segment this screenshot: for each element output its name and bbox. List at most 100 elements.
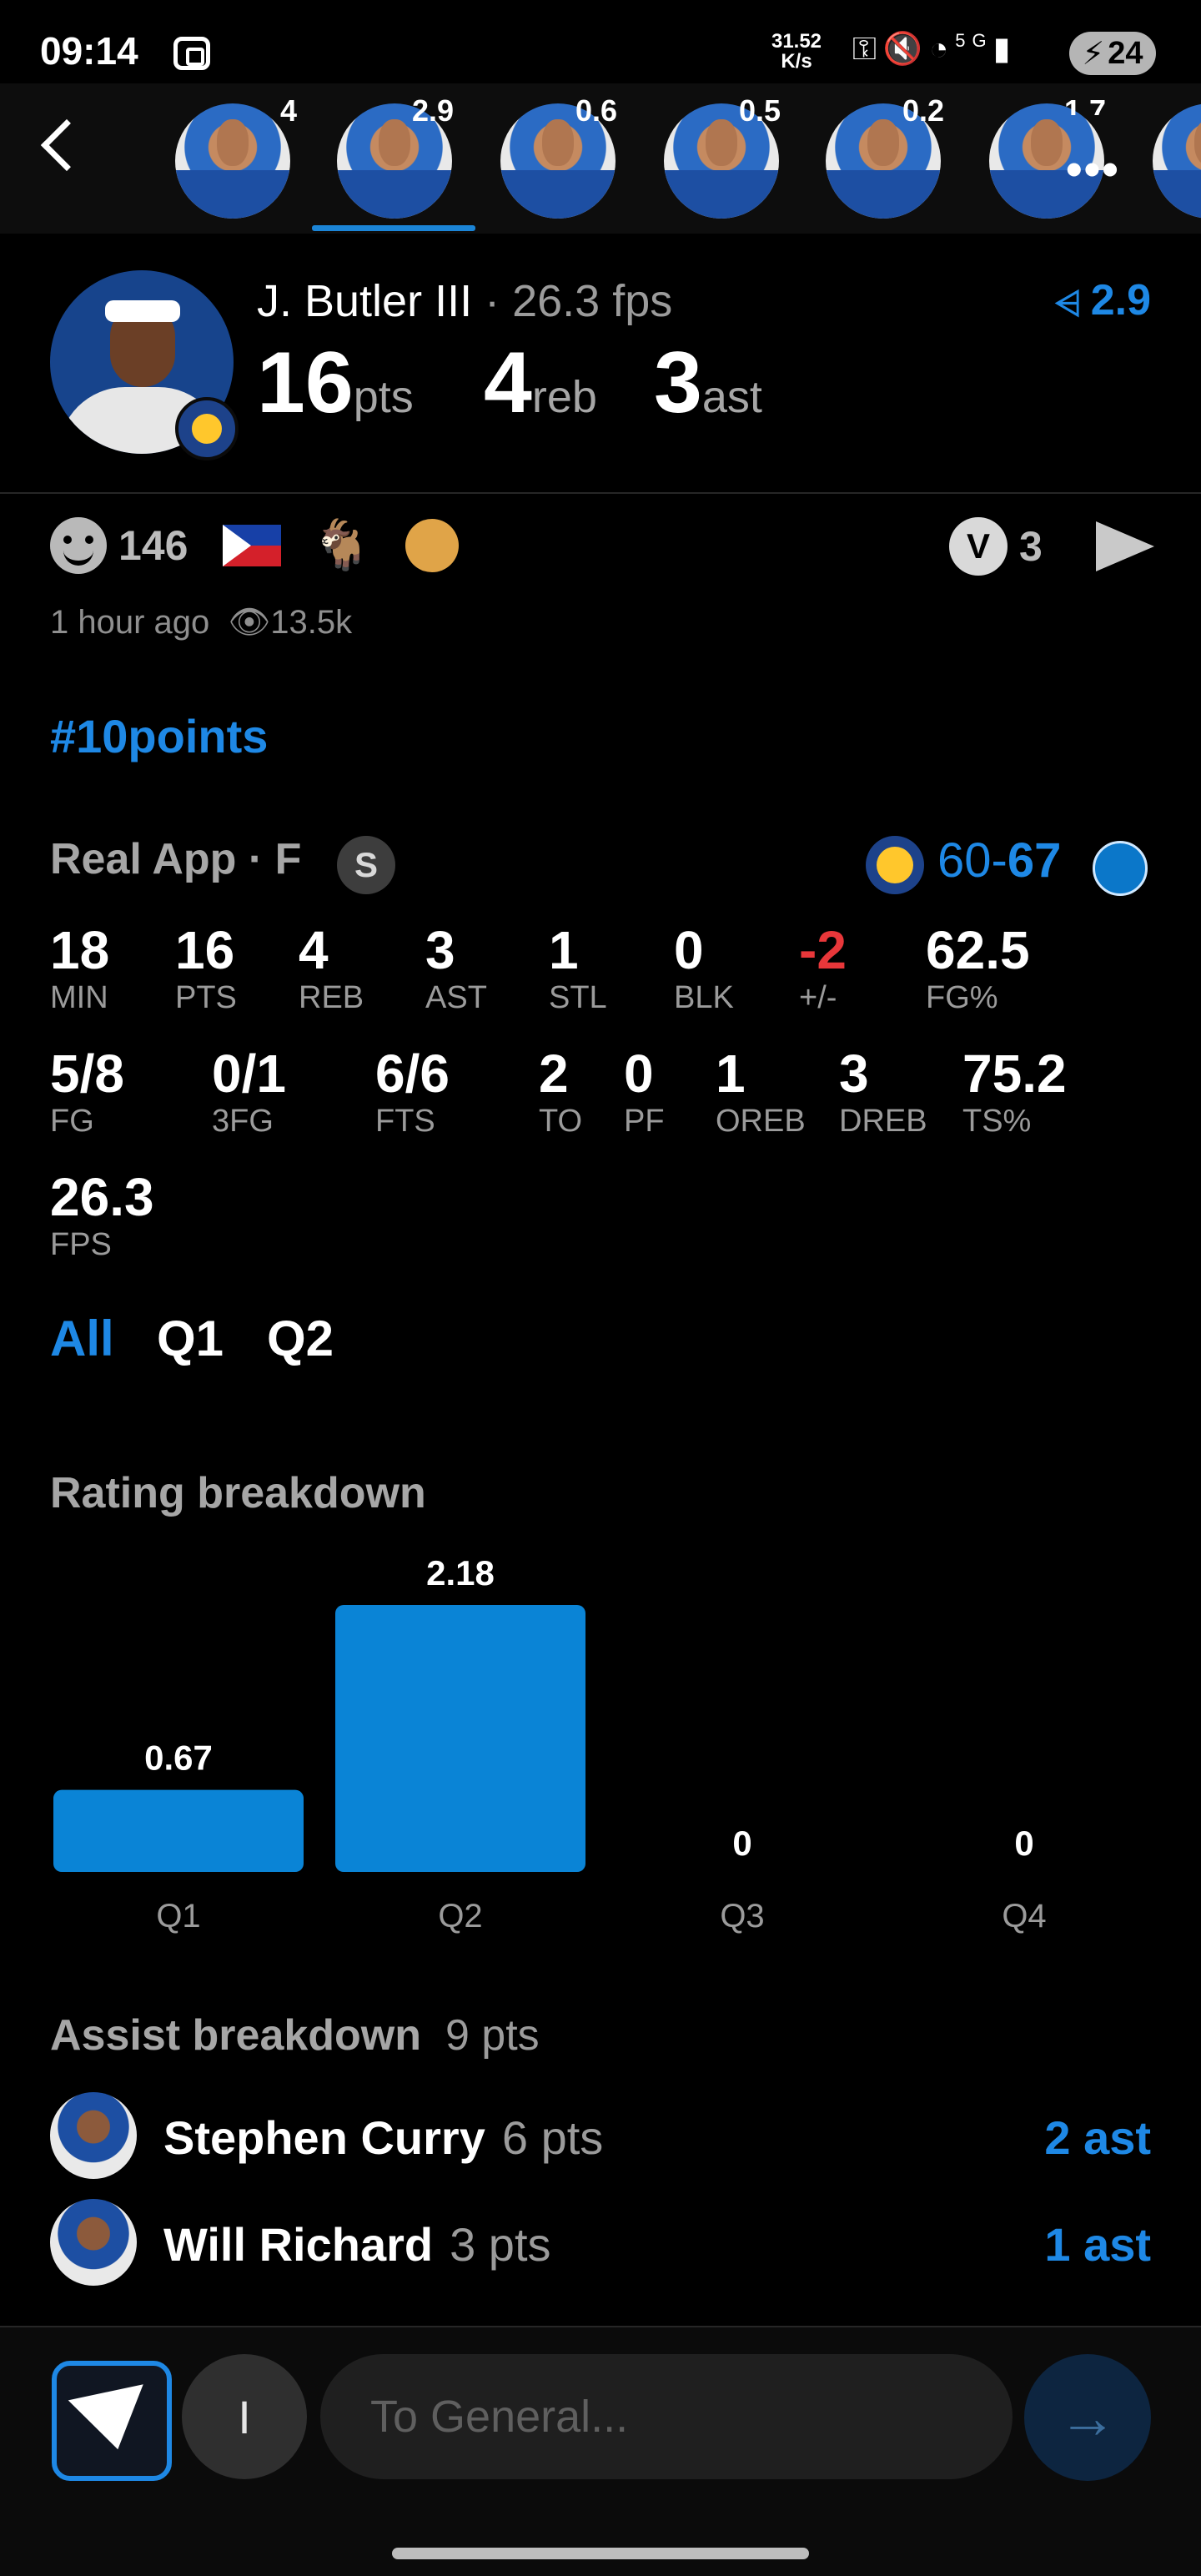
points-unit: pts: [353, 372, 414, 422]
chart-value-label: 0: [732, 1824, 751, 1863]
points-stat: 16pts: [257, 334, 414, 433]
charging-icon: ⚡: [1082, 36, 1105, 72]
vote-count: 3: [1019, 523, 1043, 570]
stat-fg-: 62.5 FG%: [926, 921, 1030, 1016]
player-avatar-1[interactable]: [175, 103, 290, 219]
philippines-flag-icon[interactable]: [223, 525, 282, 566]
stat-value: 3: [425, 920, 455, 980]
net-speed: 31.52 K/s: [767, 32, 826, 72]
list-item[interactable]: Stephen Curry 6 pts 2 ast: [50, 2092, 1151, 2184]
stat-value: 5/8: [50, 1044, 124, 1104]
stat-value: 0/1: [212, 1044, 286, 1104]
rebounds-stat: 4reb: [484, 334, 597, 433]
tab-q1[interactable]: Q1: [157, 1310, 224, 1367]
battery-level: 24: [1108, 35, 1143, 71]
net-speed-unit: K/s: [781, 50, 812, 73]
baby-face-icon[interactable]: [405, 519, 459, 572]
team-logo-icon: [175, 397, 239, 460]
avatar: [50, 2199, 137, 2286]
player-fps: · 26.3 fps: [485, 276, 673, 326]
stat-label: TO: [539, 1104, 583, 1139]
game-score[interactable]: 60-67: [937, 833, 1061, 888]
stat--: -2 +/-: [799, 921, 847, 1016]
list-item[interactable]: Will Richard 3 pts 1 ast: [50, 2199, 1151, 2291]
chart-value-label: 2.18: [426, 1553, 495, 1592]
assist-player-pts: 6 pts: [501, 2111, 604, 2164]
stat-label: STL: [549, 980, 607, 1015]
player-rating-5: 0.2: [902, 93, 945, 128]
post-time: 1 hour ago: [50, 604, 210, 641]
stat-value: 4: [299, 920, 329, 980]
reactions-row: 146 🐐: [50, 517, 459, 574]
rebounds-unit: reb: [531, 372, 597, 422]
stat-blk: 0 BLK: [674, 921, 734, 1016]
home-indicator[interactable]: [392, 2548, 809, 2559]
vote-share-row: V 3: [949, 517, 1154, 576]
net-speed-value: 31.52: [771, 30, 822, 53]
game-source: Real App · F: [50, 835, 302, 883]
chart-bar-q1[interactable]: [53, 1789, 304, 1872]
player-name: J. Butler III: [257, 276, 473, 326]
stat-label: FTS: [375, 1104, 435, 1139]
stat-label: DREB: [839, 1104, 927, 1139]
assists-unit: ast: [701, 372, 762, 422]
player-rating-4: 0.5: [739, 93, 781, 128]
stat-label: MIN: [50, 980, 108, 1015]
score-away: 67: [1007, 833, 1062, 888]
eye-icon: 👁: [228, 604, 271, 641]
hashtag-link[interactable]: #10points: [50, 709, 268, 763]
stat-label: PF: [624, 1104, 665, 1139]
mute-icon: 🔇: [882, 32, 930, 67]
stat-to: 2 TO: [539, 1044, 582, 1140]
smile-reaction-icon[interactable]: [50, 517, 107, 574]
assist-player: Stephen Curry 6 pts: [163, 2111, 603, 2165]
stat-value: 1: [716, 1044, 746, 1104]
tab-q2[interactable]: Q2: [267, 1310, 334, 1367]
stat-label: 3FG: [212, 1104, 274, 1139]
tab-all[interactable]: All: [50, 1310, 114, 1367]
stat-fts: 6/6 FTS: [375, 1044, 450, 1140]
stat-stl: 1 STL: [549, 921, 607, 1016]
chart-bar-q2[interactable]: [335, 1605, 585, 1872]
selected-player-underline: [312, 225, 475, 231]
assist-player-name: Will Richard: [163, 2218, 434, 2271]
stat-label: PTS: [175, 980, 237, 1015]
vote-logo-icon[interactable]: V: [949, 517, 1008, 576]
stat-label: AST: [425, 980, 487, 1015]
assists-value: 3: [654, 335, 702, 431]
stat-label: FG: [50, 1104, 94, 1139]
assist-breakdown-title: Assist breakdown 9 pts: [50, 2010, 540, 2060]
chart-category-label: Q4: [1002, 1898, 1046, 1935]
message-input[interactable]: [320, 2354, 1013, 2479]
stat-pf: 0 PF: [624, 1044, 665, 1140]
stat-value: 3: [839, 1044, 869, 1104]
signal-icon: ▮: [992, 32, 1018, 67]
status-time: 09:14: [40, 29, 138, 73]
user-initial-button[interactable]: I: [182, 2354, 307, 2479]
stat-value: 6/6: [375, 1044, 450, 1104]
send-button[interactable]: →: [1024, 2354, 1151, 2481]
stat-value: 0: [624, 1044, 654, 1104]
avatar: [50, 2092, 137, 2179]
chart-category-label: Q2: [438, 1898, 482, 1935]
stat-label: +/-: [799, 980, 837, 1015]
more-menu-icon[interactable]: •••: [1066, 142, 1120, 196]
chart-category-label: Q1: [156, 1898, 200, 1935]
share-send-icon[interactable]: [1095, 521, 1154, 571]
assists-stat: 3ast: [654, 334, 762, 433]
rating-value: 2.9: [1090, 276, 1151, 325]
post-views: 13.5k: [270, 604, 353, 641]
stat-label: REB: [299, 980, 364, 1015]
chart-value-label: 0.67: [144, 1738, 213, 1778]
warriors-logo-icon: [866, 836, 924, 894]
app-logo-button[interactable]: [52, 2361, 172, 2481]
screenshot-icon: [173, 37, 210, 70]
assist-player-pts: 3 pts: [450, 2218, 551, 2271]
stat-label: FG%: [926, 980, 998, 1015]
player-name-line: J. Butler III · 26.3 fps: [257, 275, 672, 327]
stat-value: 16: [175, 920, 235, 980]
score-home: 60-: [937, 833, 1008, 888]
player-rating[interactable]: ⩤ 2.9: [1055, 275, 1151, 325]
player-rating-1: 4: [280, 93, 298, 128]
goat-icon[interactable]: 🐐: [311, 517, 371, 574]
